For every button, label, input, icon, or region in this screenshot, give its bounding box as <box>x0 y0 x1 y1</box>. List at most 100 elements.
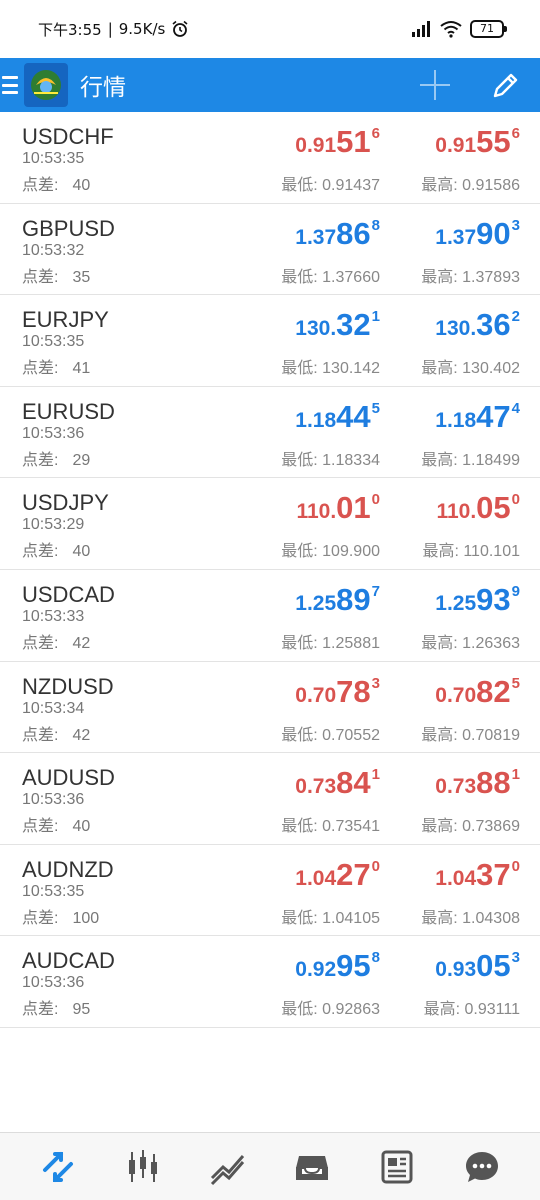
high-value: 1.37893 <box>462 268 520 286</box>
low-value: 1.37660 <box>322 268 380 286</box>
quote-time: 10:53:36 <box>22 424 85 442</box>
symbol-name: USDCHF <box>22 124 114 149</box>
quote-row[interactable]: NZDUSD 10:53:34 点差: 42 0.70783 0.70825 最低… <box>0 662 540 754</box>
spread-value: 40 <box>72 543 91 561</box>
quote-row[interactable]: USDCHF 10:53:35 点差: 40 0.91516 0.91556 最低… <box>0 112 540 204</box>
bid-price-fraction: 5 <box>371 399 380 417</box>
chat-icon <box>465 1151 498 1182</box>
quote-time: 10:53:35 <box>22 333 85 351</box>
quote-row[interactable]: EURUSD 10:53:36 点差: 29 1.18445 1.18474 最低… <box>0 387 540 479</box>
spread-value: 95 <box>72 1001 91 1019</box>
high-label: 最高: <box>421 726 458 744</box>
quote-row[interactable]: USDJPY 10:53:29 点差: 40 110.010 110.050 最低… <box>0 478 540 570</box>
quote-row[interactable]: GBPUSD 10:53:32 点差: 35 1.37868 1.37903 最低… <box>0 204 540 296</box>
high-price: 最高: 0.91586 <box>421 171 520 195</box>
status-right: 71 <box>410 20 507 38</box>
ask-price-pips: 37 <box>476 856 511 892</box>
add-symbol-icon[interactable] <box>418 68 452 102</box>
spread-label: 点差: <box>22 177 59 194</box>
ask-price: 1.25939 <box>435 582 520 618</box>
symbol-name: AUDUSD <box>22 765 115 791</box>
bid-price: 130.321 <box>295 307 380 343</box>
menu-icon[interactable] <box>2 76 18 94</box>
status-time: 下午3:55 <box>38 20 102 39</box>
ask-price-fraction: 0 <box>511 857 520 875</box>
low-value: 0.91437 <box>322 177 380 194</box>
low-price: 最低: 0.91437 <box>281 171 380 195</box>
bid-price-pips: 32 <box>336 307 371 343</box>
high-label: 最高: <box>421 451 458 469</box>
high-label: 最高: <box>421 177 458 194</box>
quote-time: 10:53:36 <box>22 974 85 992</box>
ask-price-prefix: 1.18 <box>435 408 477 432</box>
low-price: 最低: 0.73541 <box>281 812 380 836</box>
low-value: 0.73541 <box>322 818 380 836</box>
spread-value: 29 <box>72 451 91 469</box>
low-price: 最低: 1.25881 <box>281 629 380 653</box>
ask-price-pips: 90 <box>476 215 511 251</box>
bid-price-pips: 27 <box>336 856 371 892</box>
bid-price-fraction: 7 <box>371 582 380 600</box>
news-icon <box>381 1150 413 1183</box>
bid-price-prefix: 0.92 <box>295 958 337 982</box>
nav-news[interactable] <box>372 1142 422 1192</box>
bid-price-prefix: 1.25 <box>295 591 337 615</box>
low-price: 最低: 109.900 <box>281 537 380 561</box>
spread-label: 点差: <box>22 818 59 836</box>
bid-price-fraction: 8 <box>371 949 380 967</box>
app-logo <box>24 63 68 107</box>
ask-price-prefix: 0.70 <box>435 683 477 707</box>
wifi-icon <box>440 21 462 38</box>
history-icon <box>296 1155 329 1180</box>
nav-chat[interactable] <box>457 1142 507 1192</box>
spread: 点差: 35 <box>22 263 90 287</box>
low-value: 1.04105 <box>322 909 380 927</box>
low-price: 最低: 130.142 <box>281 354 380 378</box>
quote-row[interactable]: AUDNZD 10:53:35 点差: 100 1.04270 1.04370 最… <box>0 845 540 937</box>
ask-price: 0.73881 <box>435 765 520 801</box>
bid-price-fraction: 8 <box>371 216 380 234</box>
status-divider: | <box>107 20 113 38</box>
spread-label: 点差: <box>22 543 59 561</box>
ask-price-prefix: 0.91 <box>435 134 477 157</box>
bid-price: 1.25897 <box>295 582 380 618</box>
quote-time: 10:53:34 <box>22 699 85 717</box>
nav-chart[interactable] <box>118 1142 168 1192</box>
quote-row[interactable]: USDCAD 10:53:33 点差: 42 1.25897 1.25939 最低… <box>0 570 540 662</box>
quote-row[interactable]: AUDUSD 10:53:36 点差: 40 0.73841 0.73881 最低… <box>0 753 540 845</box>
edit-icon[interactable] <box>490 69 522 101</box>
quote-row[interactable]: AUDCAD 10:53:36 点差: 95 0.92958 0.93053 最低… <box>0 936 540 1028</box>
quote-time: 10:53:33 <box>22 607 85 625</box>
trade-icon <box>210 1154 244 1185</box>
quote-time: 10:53:29 <box>22 516 85 534</box>
ask-price-pips: 47 <box>476 398 511 434</box>
high-label: 最高: <box>421 634 458 652</box>
ask-price-fraction: 1 <box>511 766 520 784</box>
quote-time: 10:53:32 <box>22 241 85 259</box>
low-price: 最低: 1.04105 <box>281 904 380 928</box>
bid-price: 1.04270 <box>295 857 380 893</box>
quote-row[interactable]: EURJPY 10:53:35 点差: 41 130.321 130.362 最低… <box>0 295 540 387</box>
bid-price-prefix: 110. <box>296 500 337 524</box>
ask-price: 130.362 <box>435 307 520 343</box>
symbol-name: USDCAD <box>22 581 115 607</box>
nav-quotes[interactable] <box>33 1142 83 1192</box>
high-price: 最高: 0.73869 <box>421 812 520 836</box>
nav-trade[interactable] <box>203 1142 253 1192</box>
ask-price-prefix: 1.25 <box>435 591 477 615</box>
high-label: 最高: <box>421 268 458 286</box>
high-value: 1.26363 <box>462 634 520 652</box>
ask-price: 0.93053 <box>435 948 520 984</box>
bid-price-fraction: 0 <box>371 857 380 875</box>
spread-label: 点差: <box>22 360 59 378</box>
ask-price: 0.70825 <box>435 674 520 710</box>
ask-price-prefix: 110. <box>436 500 477 524</box>
ask-price-fraction: 2 <box>511 308 520 326</box>
quotes-list[interactable]: USDCHF 10:53:35 点差: 40 0.91516 0.91556 最低… <box>0 112 540 1028</box>
low-label: 最低: <box>281 360 318 378</box>
spread: 点差: 40 <box>22 812 90 836</box>
bid-price-prefix: 1.37 <box>295 225 337 249</box>
high-label: 最高: <box>421 818 458 836</box>
nav-history[interactable] <box>287 1142 337 1192</box>
low-value: 0.70552 <box>322 726 380 744</box>
